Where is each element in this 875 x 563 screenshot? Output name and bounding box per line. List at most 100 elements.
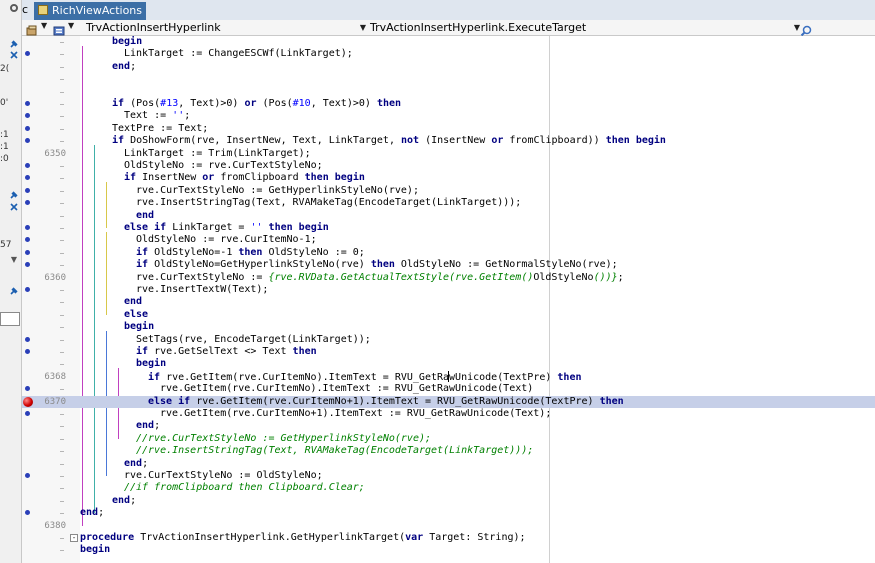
code-text[interactable]: rve.InsertStringTag(Text, RVAMakeTag(Enc… bbox=[136, 197, 521, 209]
class-browser-icon[interactable] bbox=[26, 22, 38, 36]
code-line[interactable]: end; bbox=[22, 507, 875, 519]
code-text[interactable]: rve.InsertTextW(Text); bbox=[136, 284, 268, 296]
code-text[interactable]: else if LinkTarget = '' then begin bbox=[124, 222, 329, 234]
code-line[interactable]: OldStyleNo := rve.CurItemNo-1; bbox=[22, 234, 875, 246]
code-text[interactable]: end; bbox=[124, 458, 148, 470]
close-icon[interactable] bbox=[9, 202, 19, 212]
code-line[interactable]: //rve.InsertStringTag(Text, RVAMakeTag(E… bbox=[22, 445, 875, 457]
breakpoint-marker[interactable] bbox=[25, 138, 30, 144]
code-text[interactable]: if (Pos(#13, Text)>0) or (Pos(#10, Text)… bbox=[112, 98, 401, 110]
code-text[interactable]: else bbox=[124, 309, 148, 321]
breakpoint-marker[interactable] bbox=[25, 175, 30, 181]
gear-icon[interactable] bbox=[9, 3, 19, 13]
code-text[interactable]: //if fromClipboard then Clipboard.Clear; bbox=[124, 482, 365, 494]
code-text[interactable]: end; bbox=[136, 420, 160, 432]
pin-icon[interactable] bbox=[9, 39, 19, 49]
code-line[interactable]: end; bbox=[22, 420, 875, 432]
code-text[interactable]: OldStyleNo := rve.CurTextStyleNo; bbox=[124, 160, 323, 172]
chevron-down-icon[interactable]: ▼ bbox=[360, 20, 366, 36]
code-line[interactable]: OldStyleNo := rve.CurTextStyleNo; bbox=[22, 160, 875, 172]
breakpoint-marker[interactable] bbox=[25, 51, 30, 57]
code-line[interactable] bbox=[22, 73, 875, 85]
breakpoint-marker[interactable] bbox=[25, 386, 30, 392]
code-text[interactable]: else if rve.GetItem(rve.CurItemNo+1).Ite… bbox=[148, 396, 624, 408]
breakpoint-marker[interactable] bbox=[25, 336, 30, 342]
code-line[interactable]: rve.CurTextStyleNo := GetHyperlinkStyleN… bbox=[22, 185, 875, 197]
breakpoint-marker[interactable] bbox=[25, 473, 30, 478]
breakpoint-marker[interactable] bbox=[25, 113, 30, 119]
code-line[interactable]: begin bbox=[22, 358, 875, 370]
breakpoint-marker[interactable] bbox=[25, 349, 30, 354]
breakpoint-marker[interactable] bbox=[25, 125, 30, 131]
code-line[interactable]: LinkTarget := ChangeESCWf(LinkTarget); bbox=[22, 48, 875, 60]
code-text[interactable]: if rve.GetItem(rve.CurItemNo).ItemText =… bbox=[148, 370, 582, 384]
code-line[interactable]: if OldStyleNo=GetHyperlinkStyleNo(rve) t… bbox=[22, 259, 875, 271]
code-text[interactable]: rve.CurTextStyleNo := {rve.RVData.GetAct… bbox=[136, 272, 624, 284]
breakpoint-marker[interactable] bbox=[25, 262, 30, 268]
code-text[interactable]: if rve.GetSelText <> Text then bbox=[136, 346, 317, 358]
code-line[interactable]: rve.InsertStringTag(Text, RVAMakeTag(Enc… bbox=[22, 197, 875, 209]
code-text[interactable]: end; bbox=[112, 61, 136, 73]
code-text[interactable]: end; bbox=[80, 507, 104, 519]
class-combo[interactable]: TrvActionInsertHyperlink ▼ bbox=[86, 20, 366, 36]
code-text[interactable]: begin bbox=[124, 321, 154, 333]
code-line[interactable] bbox=[22, 86, 875, 98]
breakpoint-marker[interactable] bbox=[25, 249, 30, 255]
code-text[interactable]: end bbox=[136, 210, 154, 222]
breakpoint-marker[interactable] bbox=[25, 287, 30, 292]
search-icon[interactable] bbox=[800, 22, 812, 37]
chevron-down-icon[interactable]: ▼ bbox=[41, 21, 47, 30]
code-line[interactable]: if rve.GetSelText <> Text then bbox=[22, 346, 875, 358]
code-line[interactable]: if (Pos(#13, Text)>0) or (Pos(#10, Text)… bbox=[22, 98, 875, 110]
code-text[interactable]: SetTags(rve, EncodeTarget(LinkTarget)); bbox=[136, 334, 371, 346]
code-text[interactable]: //rve.InsertStringTag(Text, RVAMakeTag(E… bbox=[136, 445, 533, 457]
current-execution-line[interactable]: 6370 else if rve.GetItem(rve.CurItemNo+1)… bbox=[22, 395, 875, 408]
chevron-down-icon[interactable]: ▼ bbox=[68, 21, 74, 30]
code-line[interactable]: SetTags(rve, EncodeTarget(LinkTarget)); bbox=[22, 334, 875, 346]
code-line[interactable]: - procedure TrvActionInsertHyperlink.GetH… bbox=[22, 532, 875, 544]
code-line[interactable]: end; bbox=[22, 458, 875, 470]
code-line[interactable]: end; bbox=[22, 61, 875, 73]
breakpoint-marker[interactable] bbox=[25, 187, 30, 193]
code-text[interactable]: rve.CurTextStyleNo := OldStyleNo; bbox=[124, 470, 323, 482]
code-line[interactable]: rve.CurTextStyleNo := OldStyleNo; bbox=[22, 470, 875, 482]
breakpoint-marker[interactable] bbox=[25, 101, 30, 106]
code-text[interactable]: OldStyleNo := rve.CurItemNo-1; bbox=[136, 234, 317, 246]
code-text[interactable]: //rve.CurTextStyleNo := GetHyperlinkStyl… bbox=[136, 433, 431, 445]
pin-icon[interactable] bbox=[9, 286, 19, 296]
code-line[interactable]: begin bbox=[22, 544, 875, 556]
code-text[interactable]: TextPre := Text; bbox=[112, 123, 208, 135]
code-text[interactable]: rve.GetItem(rve.CurItemNo+1).ItemText :=… bbox=[160, 408, 551, 420]
code-line[interactable]: end bbox=[22, 296, 875, 308]
code-line[interactable]: 6350 LinkTarget := Trim(LinkTarget); bbox=[22, 148, 875, 160]
left-panel-input[interactable] bbox=[0, 312, 20, 326]
method-icon[interactable] bbox=[53, 22, 65, 36]
code-text[interactable]: LinkTarget := ChangeESCWf(LinkTarget); bbox=[124, 48, 353, 60]
fold-toggle-icon[interactable]: - bbox=[70, 534, 78, 542]
code-line[interactable]: else if LinkTarget = '' then begin bbox=[22, 222, 875, 234]
code-text[interactable]: if DoShowForm(rve, InsertNew, Text, Link… bbox=[112, 135, 666, 147]
breakpoint-marker[interactable] bbox=[25, 200, 30, 206]
code-text[interactable]: end bbox=[124, 296, 142, 308]
code-line[interactable]: 6368 if rve.GetItem(rve.CurItemNo).ItemTe… bbox=[22, 370, 875, 384]
scroll-down-icon[interactable]: ▼ bbox=[8, 254, 20, 266]
code-line[interactable]: rve.InsertTextW(Text); bbox=[22, 284, 875, 296]
code-text[interactable]: begin bbox=[136, 358, 166, 370]
code-line[interactable]: //if fromClipboard then Clipboard.Clear; bbox=[22, 482, 875, 494]
breakpoint-marker[interactable] bbox=[25, 163, 30, 168]
pin-icon[interactable] bbox=[9, 190, 19, 200]
method-combo[interactable]: TrvActionInsertHyperlink.ExecuteTarget ▼ bbox=[370, 20, 800, 36]
code-line[interactable]: if DoShowForm(rve, InsertNew, Text, Link… bbox=[22, 135, 875, 147]
code-line[interactable]: TextPre := Text; bbox=[22, 123, 875, 135]
breakpoint-marker[interactable] bbox=[25, 225, 30, 230]
code-text[interactable]: if OldStyleNo=GetHyperlinkStyleNo(rve) t… bbox=[136, 259, 618, 271]
breakpoint-marker[interactable] bbox=[25, 237, 30, 243]
code-line[interactable]: //rve.CurTextStyleNo := GetHyperlinkStyl… bbox=[22, 433, 875, 445]
code-line[interactable]: rve.GetItem(rve.CurItemNo+1).ItemText :=… bbox=[22, 408, 875, 420]
code-line[interactable]: rve.GetItem(rve.CurItemNo).ItemText := R… bbox=[22, 383, 875, 395]
code-text[interactable]: if InsertNew or fromClipboard then begin bbox=[124, 172, 365, 184]
code-text[interactable]: begin bbox=[80, 544, 110, 556]
code-line[interactable]: Text := ''; bbox=[22, 110, 875, 122]
code-text[interactable]: procedure TrvActionInsertHyperlink.GetHy… bbox=[80, 532, 526, 544]
code-text[interactable]: end; bbox=[112, 495, 136, 507]
